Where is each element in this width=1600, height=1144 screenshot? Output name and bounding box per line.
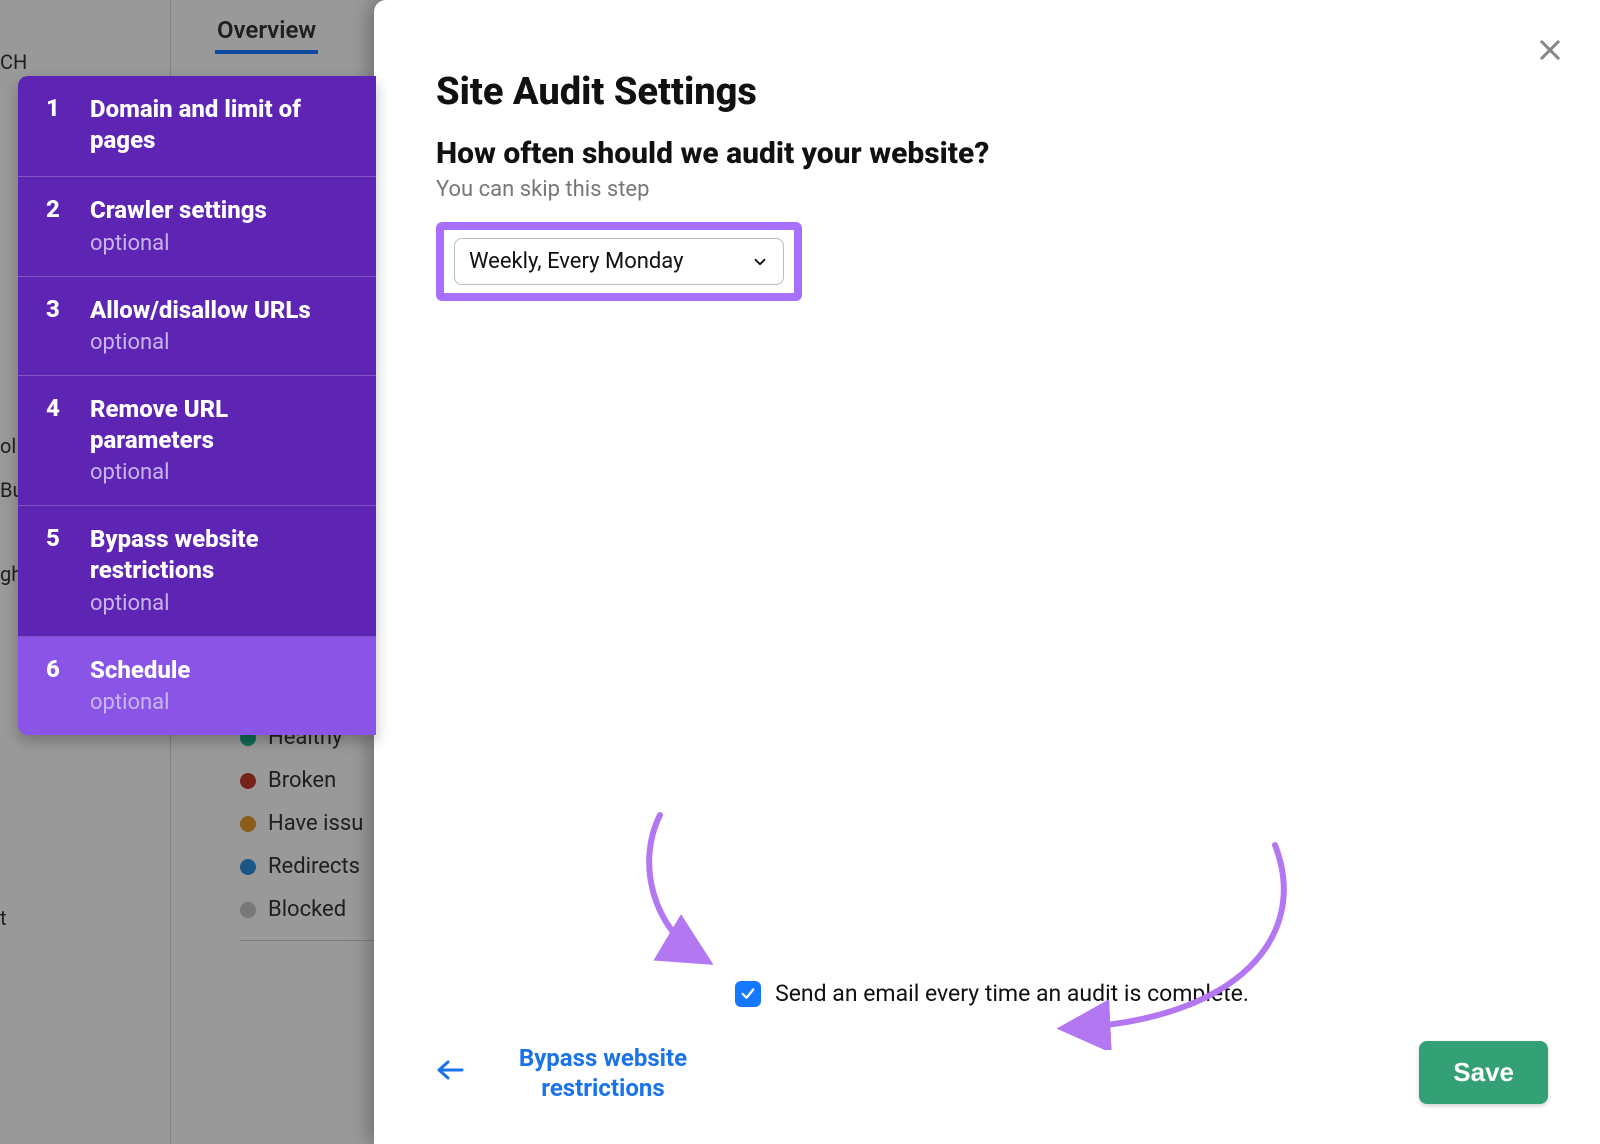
check-icon bbox=[739, 985, 757, 1003]
modal-hint: You can skip this step bbox=[436, 177, 1528, 202]
email-checkbox-label: Send an email every time an audit is com… bbox=[775, 980, 1249, 1007]
close-button[interactable] bbox=[1536, 36, 1564, 68]
step-crawler-settings[interactable]: 2 Crawler settingsoptional bbox=[18, 177, 376, 276]
arrow-left-icon bbox=[436, 1059, 464, 1087]
step-schedule[interactable]: 6 Scheduleoptional bbox=[18, 637, 376, 735]
step-domain-limit[interactable]: 1 Domain and limit of pages bbox=[18, 76, 376, 177]
wizard-stepper: 1 Domain and limit of pages 2 Crawler se… bbox=[18, 76, 376, 735]
email-notify-row[interactable]: Send an email every time an audit is com… bbox=[436, 980, 1548, 1007]
step-allow-disallow[interactable]: 3 Allow/disallow URLsoptional bbox=[18, 277, 376, 376]
email-checkbox[interactable] bbox=[735, 981, 761, 1007]
modal-subtitle: How often should we audit your website? bbox=[436, 136, 1528, 171]
schedule-select-highlight: Weekly, Every Monday bbox=[436, 222, 802, 301]
chevron-down-icon bbox=[751, 253, 769, 271]
schedule-select-value: Weekly, Every Monday bbox=[469, 249, 684, 274]
settings-modal: Site Audit Settings How often should we … bbox=[374, 0, 1600, 1144]
save-button[interactable]: Save bbox=[1419, 1041, 1548, 1104]
schedule-select[interactable]: Weekly, Every Monday bbox=[454, 238, 784, 285]
step-bypass-restrictions[interactable]: 5 Bypass website restrictionsoptional bbox=[18, 506, 376, 636]
back-button[interactable]: Bypass website restrictions bbox=[436, 1043, 708, 1103]
modal-title: Site Audit Settings bbox=[436, 70, 1528, 114]
step-remove-params[interactable]: 4 Remove URL parametersoptional bbox=[18, 376, 376, 506]
back-button-label: Bypass website restrictions bbox=[498, 1043, 708, 1103]
close-icon bbox=[1536, 36, 1564, 64]
